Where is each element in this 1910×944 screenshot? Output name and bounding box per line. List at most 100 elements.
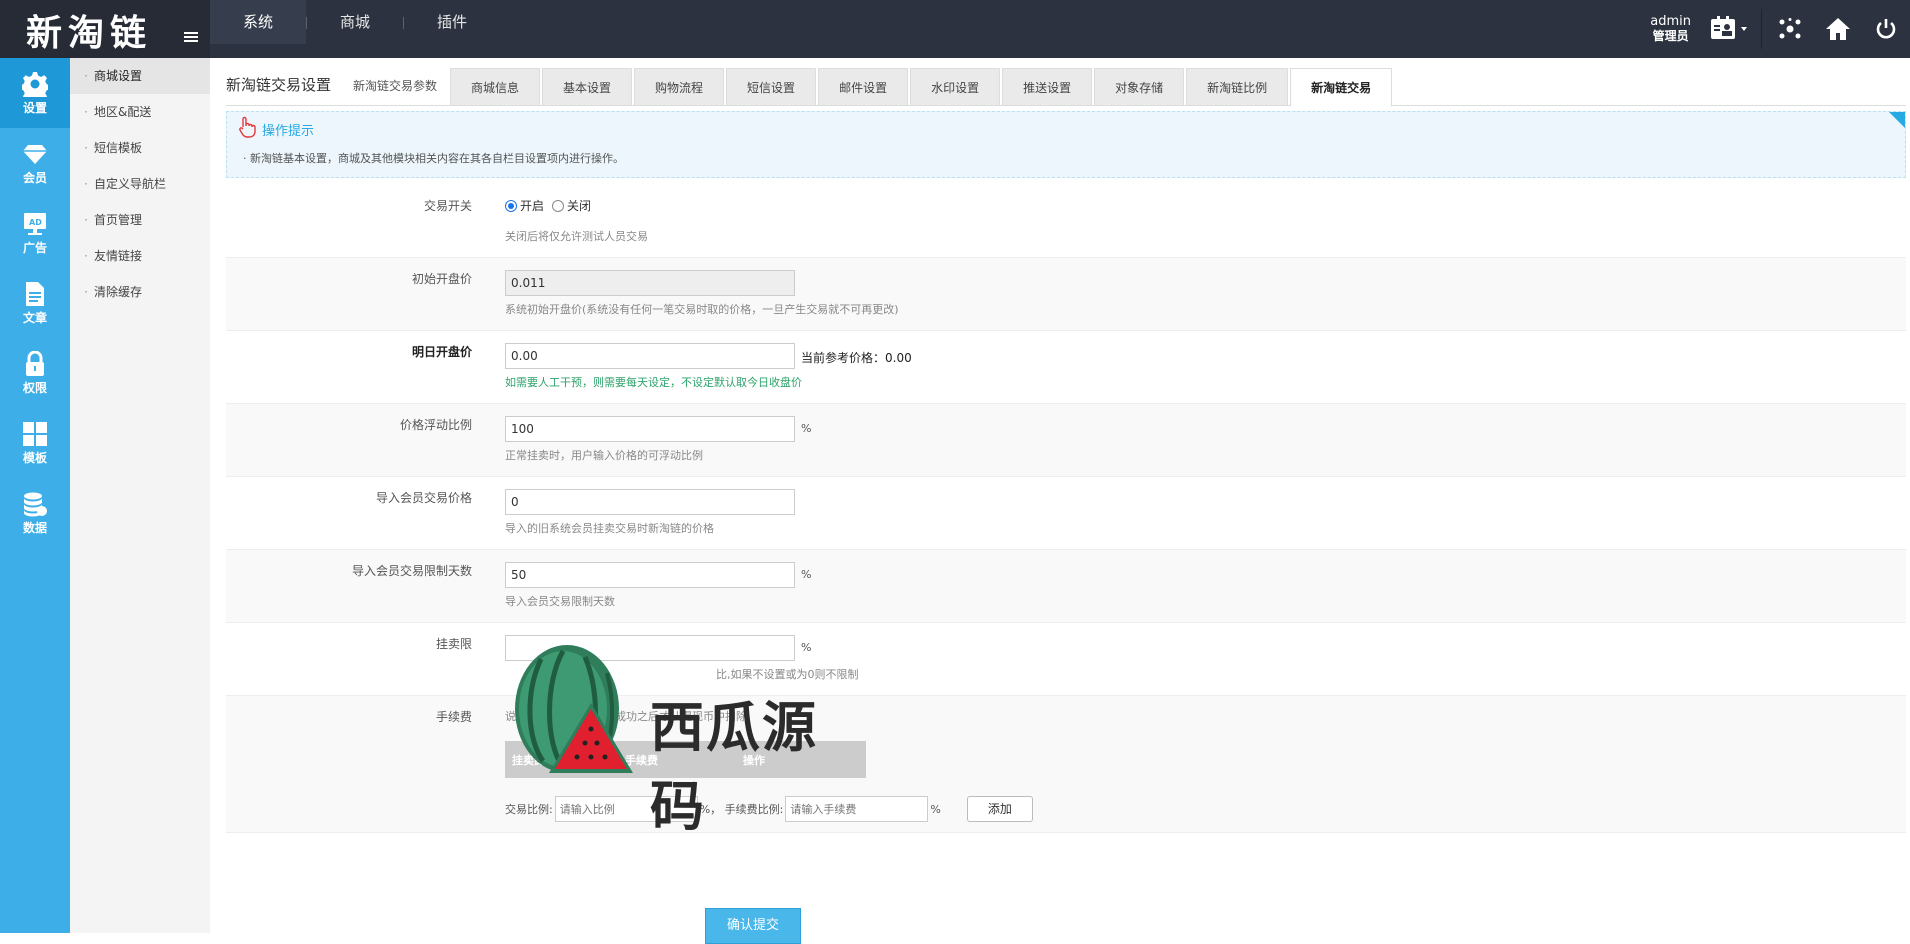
home-icon[interactable]	[1814, 7, 1862, 51]
reference-price: 当前参考价格：0.00	[801, 351, 912, 365]
tab-object-storage[interactable]: 对象存储	[1094, 68, 1185, 106]
module-label: 设置	[22, 100, 47, 115]
form-row-sell-limit: 挂卖限 % 比,如果不设置或为0则不限制	[226, 623, 1906, 696]
import-price-hint: 导入的旧系统会员挂卖交易时新淘链的价格	[505, 522, 714, 535]
submit-button[interactable]: 确认提交	[705, 908, 801, 944]
initial-price-label: 初始开盘价	[411, 272, 472, 286]
tomorrow-price-label: 明日开盘价	[411, 345, 472, 359]
module-label: 会员	[22, 170, 47, 185]
import-days-input[interactable]	[505, 562, 795, 588]
settings-tabs: 商城信息 基本设置 购物流程 短信设置 邮件设置 水印设置 推送设置 对象存储 …	[450, 68, 1394, 107]
module-label: 数据	[22, 520, 47, 535]
tip-collapse-toggle[interactable]	[1889, 112, 1905, 128]
tab-push-settings[interactable]: 推送设置	[1002, 68, 1093, 106]
nav-plugins[interactable]: 插件	[404, 0, 500, 44]
gear-icon	[22, 71, 48, 97]
hand-pointer-icon	[237, 116, 257, 141]
tab-watermark-settings[interactable]: 水印设置	[910, 68, 1001, 106]
form-row-initial-price: 初始开盘价 系统初始开盘价(系统没有任何一笔交易时取的价格，一旦产生交易就不可再…	[226, 258, 1906, 331]
ad-icon: AD	[24, 212, 46, 235]
sidebar-item-sms-template[interactable]: 短信模板	[70, 130, 210, 166]
grid-icon	[23, 421, 47, 446]
tab-chain-ratio[interactable]: 新淘链比例	[1186, 68, 1289, 106]
trade-switch-hint: 关闭后将仅允许测试人员交易	[505, 230, 648, 243]
sidebar-item-friend-links[interactable]: 友情链接	[70, 238, 210, 274]
sidebar-item-mall-settings[interactable]: 商城设置	[70, 58, 210, 94]
import-price-input[interactable]	[505, 489, 795, 515]
admin-info[interactable]: admin 管理员	[1650, 14, 1691, 44]
tab-mall-info[interactable]: 商城信息	[450, 68, 541, 106]
watermark: 西瓜源码	[505, 643, 865, 838]
module-members[interactable]: 会员	[0, 128, 70, 198]
sidebar-item-region-shipping[interactable]: 地区&配送	[70, 94, 210, 130]
watermark-text: 西瓜源码	[650, 696, 818, 838]
tip-box: 操作提示 · 新淘链基本设置，商城及其他模块相关内容在其各自栏目设置项内进行操作…	[226, 111, 1906, 178]
module-label: 权限	[22, 380, 47, 395]
tab-shopping-flow[interactable]: 购物流程	[634, 68, 725, 106]
import-days-label: 导入会员交易限制天数	[351, 564, 472, 578]
module-articles[interactable]: 文章	[0, 268, 70, 338]
float-ratio-hint: 正常挂卖时，用户输入价格的可浮动比例	[505, 449, 703, 462]
tab-basic-settings[interactable]: 基本设置	[542, 68, 633, 106]
module-label: 模板	[22, 450, 47, 465]
float-ratio-input[interactable]	[505, 416, 795, 442]
module-data[interactable]: 数据	[0, 478, 70, 548]
ratio-label: 交易比例:	[505, 803, 553, 816]
admin-role: 管理员	[1652, 29, 1689, 43]
form-row-fee: 手续费 说明：手续费是在交易成功之后才从提现币中扣除 挂卖比例(大于等于) 手续…	[226, 696, 1906, 833]
initial-price-hint: 系统初始开盘价(系统没有任何一笔交易时取的价格，一旦产生交易就不可再更改)	[505, 303, 899, 316]
lock-icon	[26, 350, 44, 376]
import-days-hint: 导入会员交易限制天数	[505, 595, 615, 608]
radio-on[interactable]	[505, 199, 517, 212]
page-subtitle: 新淘链交易参数	[353, 79, 438, 93]
tip-text: · 新淘链基本设置，商城及其他模块相关内容在其各自栏目设置项内进行操作。	[243, 152, 624, 165]
nav-mall[interactable]: 商城	[307, 0, 403, 44]
trade-switch-radios: 开启 关闭	[505, 197, 591, 214]
module-permissions[interactable]: 权限	[0, 338, 70, 408]
import-days-unit: %	[801, 568, 812, 581]
radio-off-label[interactable]: 关闭	[567, 197, 591, 214]
nav-system[interactable]: 系统	[210, 0, 307, 44]
tip-title: 操作提示	[262, 124, 315, 139]
tab-mail-settings[interactable]: 邮件设置	[818, 68, 909, 106]
module-settings[interactable]: 设置	[0, 58, 70, 128]
radio-off[interactable]	[552, 199, 565, 212]
module-templates[interactable]: 模板	[0, 408, 70, 478]
diamond-icon	[23, 144, 47, 164]
logo-text: 新淘链	[26, 12, 153, 54]
menu-toggle-icon[interactable]	[184, 32, 198, 43]
sell-limit-label: 挂卖限	[435, 637, 472, 651]
sidebar-item-home-manage[interactable]: 首页管理	[70, 202, 210, 238]
tomorrow-price-input[interactable]	[505, 343, 795, 369]
form-row-tomorrow-price: 明日开盘价 当前参考价格：0.00 如需要人工干预，则需要每天设定，不设定默认取…	[226, 331, 1906, 404]
network-icon[interactable]	[1766, 7, 1814, 51]
svg-text:AD: AD	[29, 218, 42, 227]
sub-sidebar: 商城设置 地区&配送 短信模板 自定义导航栏 首页管理 友情链接 清除缓存	[70, 58, 210, 933]
add-fee-button[interactable]: 添加	[966, 796, 1033, 822]
tab-chain-trade[interactable]: 新淘链交易	[1290, 68, 1393, 107]
initial-price-input[interactable]	[505, 270, 795, 296]
admin-name: admin	[1650, 14, 1691, 29]
top-bar: 新淘链 系统 商城 插件 admin 管理员	[0, 0, 1910, 58]
top-nav: 系统 商城 插件	[210, 0, 500, 58]
watermelon-icon	[515, 645, 633, 773]
user-card-icon[interactable]	[1701, 7, 1757, 51]
sidebar-item-clear-cache[interactable]: 清除缓存	[70, 274, 210, 310]
radio-on-label[interactable]: 开启	[520, 197, 544, 214]
module-ads[interactable]: AD 广告	[0, 198, 70, 268]
module-label: 文章	[22, 310, 47, 325]
tab-sms-settings[interactable]: 短信设置	[726, 68, 817, 106]
tip-text-content: 新淘链基本设置，商城及其他模块相关内容在其各自栏目设置项内进行操作。	[250, 152, 624, 165]
top-right-tools: admin 管理员	[1650, 0, 1910, 58]
tomorrow-price-hint: 如需要人工干预，则需要每天设定，不设定默认取今日收盘价	[505, 376, 802, 389]
logo[interactable]: 新淘链	[0, 0, 210, 58]
fee-unit: %	[930, 802, 941, 816]
page-title: 新淘链交易设置	[226, 76, 332, 94]
form-row-import-days: 导入会员交易限制天数 % 导入会员交易限制天数	[226, 550, 1906, 623]
database-icon	[24, 492, 47, 516]
sidebar-item-custom-nav[interactable]: 自定义导航栏	[70, 166, 210, 202]
fee-label: 手续费	[435, 710, 472, 724]
module-bar: 设置 会员 AD 广告 文章 权限 模板 数据	[0, 58, 70, 933]
power-icon[interactable]	[1862, 7, 1910, 51]
form-row-float-ratio: 价格浮动比例 % 正常挂卖时，用户输入价格的可浮动比例	[226, 404, 1906, 477]
